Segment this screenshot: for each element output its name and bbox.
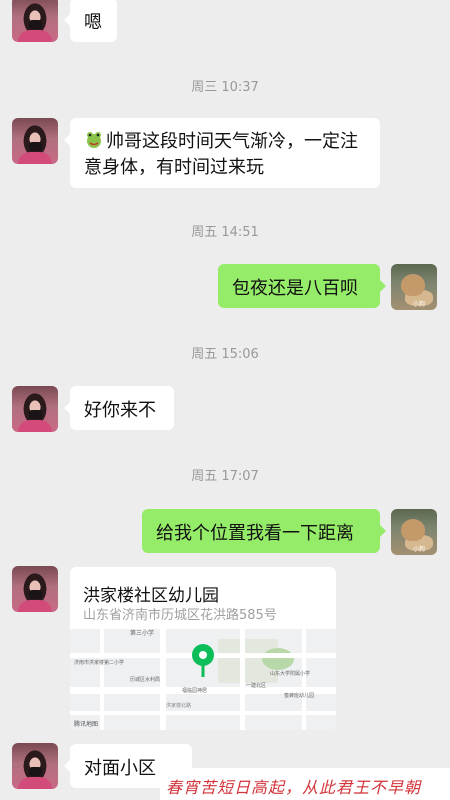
timestamp: 周五 17:07 — [191, 469, 259, 484]
map-label: 历城区水利局 — [130, 676, 160, 683]
map-label: 山东大学附属小学 — [270, 670, 310, 677]
map-label: 蜜蜂班幼儿园 — [284, 692, 314, 699]
contact-avatar[interactable] — [12, 386, 58, 432]
message-text: 意身体，有时间过来玩 — [84, 157, 264, 178]
message-bubble[interactable]: 包夜还是八百呗 — [218, 264, 386, 308]
message-text: 好你来不 — [84, 400, 156, 421]
map-label: 第三小学 — [130, 629, 154, 637]
map-brand: 腾讯地图 — [74, 720, 98, 728]
map-label: 洪家楼北路 — [166, 702, 191, 709]
my-avatar[interactable]: 小狗 — [391, 264, 437, 310]
message-bubble[interactable]: 帅哥这段时间天气渐冷，一定注 意身体，有时间过来玩 — [64, 118, 380, 188]
message-text: 给我个位置我看一下距离 — [156, 523, 354, 544]
message-text: 嗯 — [84, 12, 102, 33]
my-avatar[interactable]: 小狗 — [391, 509, 437, 555]
location-address: 山东省济南市历城区花洪路585号 — [83, 608, 277, 623]
contact-avatar[interactable] — [12, 566, 58, 612]
map-label: 福临园神居 — [182, 687, 207, 694]
watermark-banner: 春宵苦短日高起，从此君王不早朝 — [160, 768, 450, 800]
contact-avatar[interactable] — [12, 118, 58, 164]
location-title: 洪家楼社区幼儿园 — [83, 586, 219, 606]
map-label: 一建北区 — [246, 682, 266, 689]
timestamp: 周三 10:37 — [191, 80, 259, 95]
message-text: 包夜还是八百呗 — [232, 278, 358, 299]
message-bubble[interactable]: 嗯 — [64, 0, 117, 42]
location-card[interactable]: 洪家楼社区幼儿园 山东省济南市历城区花洪路585号 第三小学 山东大学附属小学 … — [70, 567, 336, 730]
message-text: 对面小区 — [84, 758, 156, 779]
contact-avatar[interactable] — [12, 0, 58, 42]
frog-emoji-icon — [87, 132, 101, 148]
message-bubble[interactable]: 好你来不 — [64, 386, 174, 430]
timestamp: 周五 14:51 — [191, 225, 259, 240]
avatar-tag: 小狗 — [413, 546, 426, 553]
timestamp: 周五 15:06 — [191, 347, 259, 362]
avatar-tag: 小狗 — [413, 301, 426, 308]
message-bubble[interactable]: 给我个位置我看一下距离 — [142, 509, 386, 553]
message-text: 帅哥这段时间天气渐冷，一定注 — [106, 131, 358, 152]
location-map: 第三小学 山东大学附属小学 济南市洪家楼第二小学 历城区水利局 福临园神居 一建… — [70, 629, 336, 730]
map-label: 济南市洪家楼第二小学 — [74, 659, 124, 666]
contact-avatar[interactable] — [12, 743, 58, 789]
watermark-text: 春宵苦短日高起，从此君王不早朝 — [166, 778, 422, 797]
